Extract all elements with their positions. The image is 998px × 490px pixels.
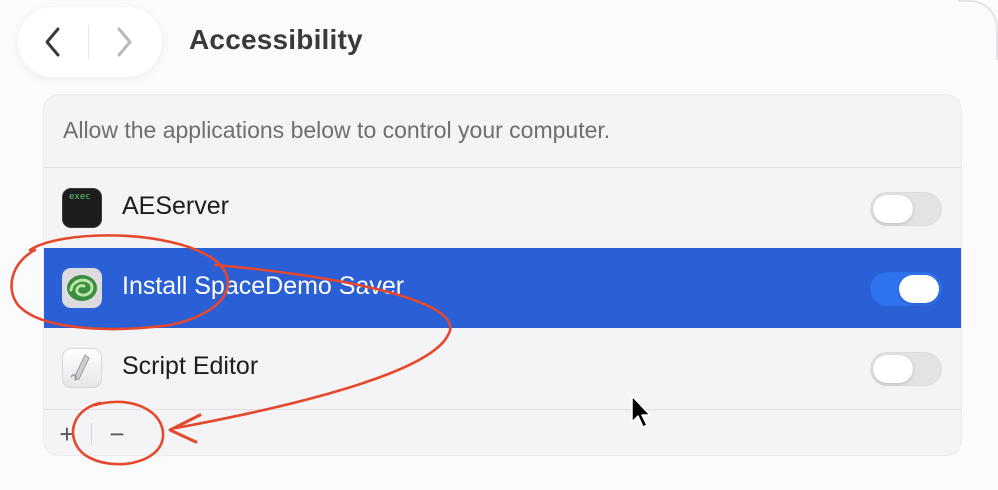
script-editor-icon [62, 348, 102, 388]
chevron-right-icon [117, 27, 132, 57]
footer-divider [91, 423, 92, 445]
exec-terminal-icon: exec [62, 188, 102, 228]
toggle-knob [899, 275, 939, 303]
script-editor-graphic [70, 354, 90, 381]
remove-app-button[interactable]: − [102, 419, 132, 449]
mouse-pointer-icon [631, 395, 651, 428]
install-spacedemo-saver-toggle[interactable] [870, 272, 942, 306]
app-name: AEServer [122, 192, 229, 220]
app-name: Install SpaceDemo Saver [122, 272, 405, 300]
page-title: Accessibility [189, 24, 363, 55]
list-footer-toolbar: + − [44, 411, 961, 455]
toggle-knob [873, 195, 913, 223]
add-app-button[interactable]: + [52, 419, 82, 449]
back-button[interactable] [18, 7, 88, 77]
app-row-install-spacedemo-saver[interactable]: Install SpaceDemo Saver [44, 248, 961, 328]
accessibility-apps-panel: Allow the applications below to control … [43, 94, 962, 456]
script-editor-toggle[interactable] [870, 352, 942, 386]
panel-description: Allow the applications below to control … [63, 117, 611, 143]
toggle-knob [873, 355, 913, 383]
app-row-script-editor[interactable]: Script Editor [44, 328, 961, 408]
aeserver-toggle[interactable] [870, 192, 942, 226]
exec-icon-text: exec [69, 192, 91, 202]
separator [44, 409, 961, 410]
forward-button[interactable] [89, 7, 159, 77]
swirl-graphic [67, 275, 97, 301]
chevron-left-icon [45, 27, 60, 57]
navigation-pill [18, 7, 162, 77]
app-row-aeserver[interactable]: exec AEServer [44, 168, 961, 248]
app-name: Script Editor [122, 352, 259, 380]
green-swirl-icon [62, 268, 102, 308]
